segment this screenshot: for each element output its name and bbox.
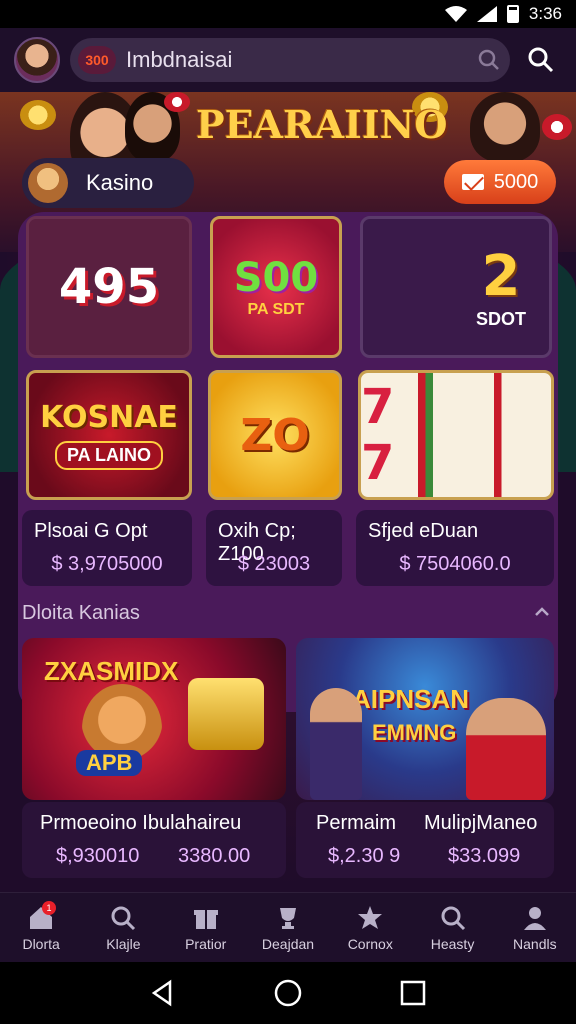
coin-balance-button[interactable]: 5000 [444, 160, 556, 204]
promo-person [466, 698, 546, 800]
game-tile-sublabel: PA SDT [247, 301, 305, 318]
search-input[interactable]: 300 Imbdnaisai [70, 38, 510, 82]
game-name: Plsoai G Opt [34, 520, 148, 542]
game-tile-label: 2 [481, 244, 521, 309]
top-bar: 300 Imbdnaisai [0, 28, 576, 92]
promo-price-secondary: 3380.00 [178, 845, 251, 867]
promo-subtitle: APB [76, 750, 143, 776]
nav-label: Klajle [106, 935, 141, 952]
promo-banner[interactable]: AIPNSAN EMMNG [296, 638, 554, 800]
game-tile-label: KOSNAE [40, 400, 178, 435]
promo-title: AIPNSAN [352, 684, 470, 714]
coin-value: 5000 [493, 170, 539, 193]
game-tile-sublabel: PA LAINO [55, 441, 163, 470]
nav-label: Heasty [430, 935, 475, 952]
mascot-icon [28, 163, 68, 203]
status-bar: 3:36 [0, 0, 576, 28]
nav-label: Deajdan [261, 935, 315, 952]
promo-price-secondary: $33.099 [448, 845, 521, 867]
hero-person-3 [470, 92, 540, 162]
section-title: Dloita Kanias [22, 602, 140, 624]
system-nav-bar [0, 962, 576, 1024]
nav-label: Nandls [513, 935, 557, 952]
promo-title: ZXASMIDX [44, 656, 179, 686]
game-card[interactable]: Plsoai G Opt $ 3,9705000 [22, 510, 192, 586]
promo-name: Prmoeoino Ibulahaireu [40, 812, 242, 834]
promo-banner[interactable]: ZXASMIDX APB [22, 638, 286, 800]
chip [542, 114, 572, 140]
kasino-tab[interactable]: Kasino [22, 158, 194, 208]
star-icon [358, 905, 383, 929]
game-tile[interactable]: KOSNAE PA LAINO [26, 370, 192, 500]
nav-item-gift[interactable]: Pratior [165, 893, 247, 962]
chip [20, 100, 56, 130]
game-tile-label: ZO [240, 409, 310, 461]
wifi-icon [444, 6, 467, 22]
home-circle-icon[interactable] [273, 978, 303, 1008]
search-icon[interactable] [476, 47, 502, 73]
clock: 3:36 [528, 4, 562, 23]
trophy-icon [279, 907, 296, 929]
bottom-nav: 1 Dlorta Klajle Pratior Deajdan Cornox H… [0, 892, 576, 962]
game-card[interactable]: Sfjed eDuan $ 7504060.0 [356, 510, 554, 586]
search-icon [111, 906, 136, 930]
game-tile[interactable]: 2 SDOT [360, 216, 552, 358]
game-card[interactable]: Oxih Cp; Z100 $ 23003 [206, 510, 342, 586]
game-tile[interactable]: S00 PA SDT [210, 216, 342, 358]
game-tile-sublabel: SDOT [475, 309, 526, 329]
nav-item-search-2[interactable]: Heasty [411, 893, 493, 962]
chip [164, 92, 190, 112]
back-icon[interactable] [148, 978, 178, 1008]
nav-label: Pratior [185, 935, 227, 952]
promo-person [310, 688, 362, 800]
battery-icon [506, 5, 519, 23]
game-tile-label: 7 7 [361, 379, 435, 491]
promo-price: $,2.30 9 [328, 845, 401, 867]
search-query-text: Imbdnaisai [126, 47, 233, 72]
game-price: $ 3,9705000 [51, 553, 163, 575]
game-tile-label: 495 [58, 259, 160, 315]
nav-item-trophy[interactable]: Deajdan [247, 893, 329, 962]
nav-item-home[interactable]: 1 Dlorta [0, 893, 82, 962]
avatar[interactable] [14, 37, 60, 83]
nav-item-star[interactable]: Cornox [329, 893, 411, 962]
game-tile[interactable]: ZO [208, 370, 342, 500]
nav-item-search[interactable]: Klajle [82, 893, 164, 962]
nav-item-profile[interactable]: Nandls [494, 893, 576, 962]
promo-price: $,930010 [56, 845, 140, 867]
game-price: $ 23003 [237, 553, 311, 575]
promo-card[interactable]: Prmoeoino Ibulahaireu $,930010 3380.00 [22, 802, 286, 878]
game-tile[interactable]: 495 [26, 216, 192, 358]
signal-icon [476, 6, 497, 22]
app-logo: 300 [78, 46, 116, 74]
hero-title: PEARAIINO [196, 102, 448, 147]
promo-slot-icon [188, 678, 264, 750]
recents-icon[interactable] [398, 978, 428, 1008]
game-price: $ 7504060.0 [399, 553, 511, 575]
main-content: PEARAIINO Kasino 5000 495 S00 PA SDT 2 S… [0, 92, 576, 892]
notification-badge: 1 [42, 901, 56, 915]
nav-label: Dlorta [22, 935, 60, 952]
promo-name-secondary: MulipjManeo [424, 812, 538, 834]
gift-envelope-icon [461, 174, 484, 190]
gift-icon [193, 909, 218, 929]
kasino-label: Kasino [86, 170, 154, 195]
nav-label: Cornox [347, 935, 393, 952]
chevron-up-icon[interactable] [534, 606, 550, 618]
promo-name: Permaim [316, 812, 397, 834]
search-button-icon[interactable] [526, 45, 556, 75]
game-tile-label: S00 [233, 255, 319, 301]
promo-card[interactable]: Permaim MulipjManeo $,2.30 9 $33.099 [296, 802, 554, 878]
game-tile[interactable]: 7 7 [358, 370, 554, 500]
game-name: Sfjed eDuan [368, 520, 479, 542]
promo-subtitle: EMMNG [372, 720, 457, 745]
person-icon [523, 906, 546, 930]
search-icon [441, 906, 465, 930]
